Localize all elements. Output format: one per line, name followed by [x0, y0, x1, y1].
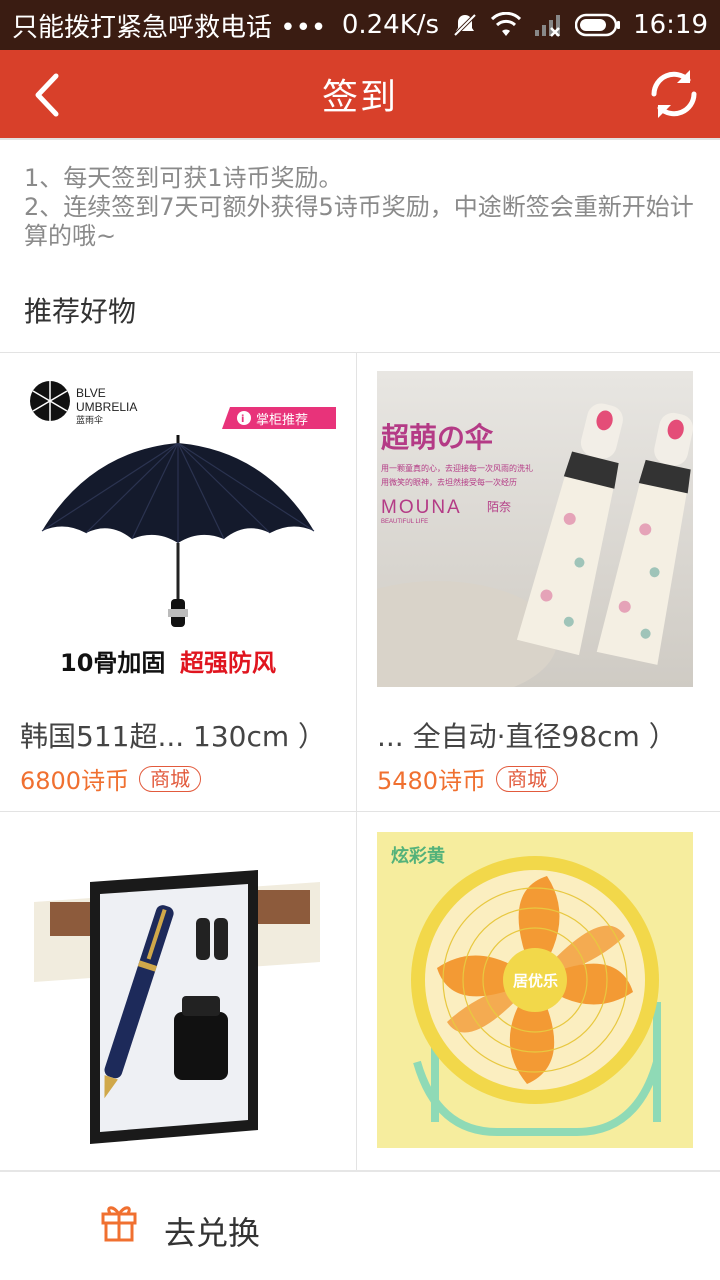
product-name: ... 全自动·直径98cm ）	[377, 720, 677, 753]
gift-icon	[101, 1206, 137, 1242]
product-image-pen-gift-box	[20, 842, 336, 1158]
refresh-button[interactable]	[642, 62, 706, 126]
rule-line-1: 1、每天签到可获1诗币奖励。	[24, 164, 343, 192]
cute-sub-2: 用微笑的眼神，去坦然接受每一次经历	[381, 477, 517, 487]
cute-sub-1: 用一颗童真的心，去迎接每一次风雨的洗礼	[381, 463, 533, 473]
recommended-title: 推荐好物	[24, 295, 137, 328]
product-card[interactable]	[0, 812, 356, 1170]
fan-hub-text: 居优乐	[513, 972, 558, 990]
product-price: 6800诗币	[20, 767, 130, 795]
back-button[interactable]	[22, 68, 72, 122]
cute-brand: MOUNA	[381, 497, 462, 518]
cute-headline: 超萌の伞	[381, 421, 494, 454]
product-grid: BLVE UMBRELIA 蓝雨伞 i 掌柜推荐 10骨加固 超强防风 韩国51…	[0, 352, 720, 1171]
chevron-left-icon	[35, 73, 59, 117]
product-price: 5480诗币	[377, 767, 487, 795]
fan-color-label: 炫彩黄	[391, 845, 445, 867]
network-speed: 0.24K/s	[341, 10, 440, 40]
brand-line-2: UMBRELIA	[76, 400, 137, 414]
umbrella-caption-red: 超强防风	[180, 649, 276, 677]
umbrella-caption-black: 10骨加固	[60, 649, 165, 677]
wifi-icon	[491, 12, 522, 38]
product-card[interactable]: 超萌の伞 用一颗童真的心，去迎接每一次风雨的洗礼 用微笑的眼神，去坦然接受每一次…	[356, 353, 720, 811]
brand-line-1: BLVE	[76, 386, 106, 400]
header-bar: 签到	[0, 50, 720, 138]
brand-cn: 蓝雨伞	[76, 414, 103, 426]
checkin-rules: 1、每天签到可获1诗币奖励。 2、连续签到7天可额外获得5诗币奖励，中途断签会重…	[0, 138, 720, 251]
product-image-black-umbrella: BLVE UMBRELIA 蓝雨伞 i 掌柜推荐 10骨加固 超强防风	[20, 371, 336, 687]
product-price-row: 6800诗币 商城	[20, 761, 202, 796]
signal-icon	[533, 12, 563, 38]
cute-brand-sub: BEAUTIFUL LIFE	[381, 519, 428, 525]
product-card[interactable]: BLVE UMBRELIA 蓝雨伞 i 掌柜推荐 10骨加固 超强防风 韩国51…	[0, 353, 356, 811]
svg-text:i: i	[241, 414, 244, 425]
mall-tag: 商城	[139, 765, 202, 792]
refresh-icon	[651, 70, 697, 118]
product-price-row: 5480诗币 商城	[377, 761, 559, 796]
clock: 16:19	[633, 10, 708, 40]
status-bar: 只能拨打紧急呼救电话 ••• 0.24K/s 16:19	[0, 0, 720, 50]
page-title: 签到	[321, 77, 398, 118]
rule-line-2: 2、连续签到7天可额外获得5诗币奖励，中途断签会重新开始计算的哦~	[24, 193, 694, 250]
mute-icon	[451, 11, 479, 39]
exchange-button-label[interactable]: 去兑换	[164, 1208, 260, 1254]
battery-icon	[575, 13, 621, 37]
recommend-badge: 掌柜推荐	[256, 413, 308, 428]
mall-tag: 商城	[496, 765, 559, 792]
carrier-text: 只能拨打紧急呼救电话 •••	[12, 12, 327, 43]
product-name: 韩国511超... 130cm ）	[20, 720, 327, 753]
cute-brand-cn: 陌奈	[487, 500, 511, 514]
product-image-cute-umbrella: 超萌の伞 用一颗童真的心，去迎接每一次风雨的洗礼 用微笑的眼神，去坦然接受每一次…	[377, 371, 693, 687]
product-card[interactable]: 炫彩黄 居优乐	[356, 812, 720, 1170]
product-image-yellow-fan: 炫彩黄 居优乐	[377, 832, 693, 1148]
exchange-bar[interactable]: 去兑换	[0, 1170, 720, 1280]
